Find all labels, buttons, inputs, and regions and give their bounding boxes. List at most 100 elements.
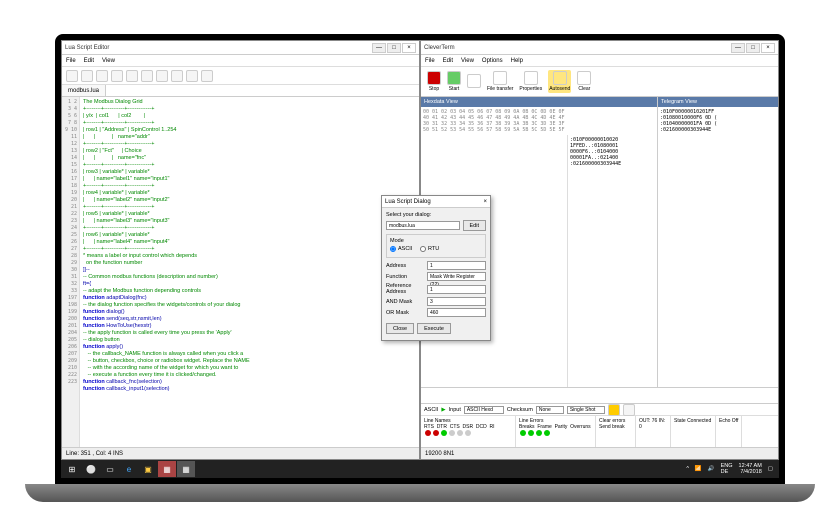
- tele-data-b[interactable]: :010F00000010201FF :01080010000F6 0D ( :…: [658, 107, 778, 135]
- menu-options[interactable]: Options: [482, 58, 503, 64]
- stop-button[interactable]: Stop: [427, 71, 441, 92]
- menu-view[interactable]: View: [102, 58, 115, 64]
- undo-icon[interactable]: [111, 70, 123, 82]
- tray-chevron-icon[interactable]: ^: [686, 466, 689, 472]
- menu-help[interactable]: Help: [511, 58, 523, 64]
- lang-indicator[interactable]: ENG DE: [721, 463, 733, 475]
- checksum-select[interactable]: None: [536, 406, 564, 414]
- find-icon[interactable]: [186, 70, 198, 82]
- close-button[interactable]: ×: [402, 43, 416, 53]
- properties-button[interactable]: Properties: [519, 71, 542, 92]
- status-table: Line Names RTS DTR CTS DSR DCD RI Line E…: [421, 416, 778, 447]
- or-mask-input[interactable]: 460: [427, 308, 486, 317]
- menu-file[interactable]: File: [66, 58, 76, 64]
- dialog-close-icon[interactable]: ×: [483, 196, 487, 207]
- lua-script-dialog: Lua Script Dialog × Select your dialog: …: [381, 195, 491, 341]
- network-icon[interactable]: 📶: [695, 466, 702, 472]
- hex-data[interactable]: 00 01 02 03 04 05 06 07 08 09 0A 0B 0C 0…: [421, 107, 657, 135]
- redo-icon[interactable]: [126, 70, 138, 82]
- clock[interactable]: 12:47 AM 7/4/2018: [739, 463, 762, 475]
- io-counts: OUT: 76 IN: 0: [636, 416, 671, 447]
- lua-editor-window: Lua Script Editor — □ × File Edit View mod…: [61, 40, 420, 460]
- line-gutter: 1 2 3 4 5 6 7 8 9 10 11 12 13 14 15 16 1…: [62, 97, 80, 447]
- desktop: Lua Script Editor — □ × File Edit View mod…: [61, 40, 779, 478]
- start-button[interactable]: Start: [447, 71, 461, 92]
- reference-address-label: Reference Address: [386, 283, 424, 295]
- tele-header: Telegram View: [658, 97, 778, 107]
- term-statusbar: 19200 8N1: [421, 447, 778, 459]
- refresh-icon[interactable]: [201, 70, 213, 82]
- file-tab[interactable]: modbus.lua: [62, 85, 106, 96]
- select-dialog-label: Select your dialog:: [386, 212, 486, 218]
- menu-edit[interactable]: Edit: [443, 58, 453, 64]
- save-icon[interactable]: [96, 70, 108, 82]
- open-icon[interactable]: [81, 70, 93, 82]
- code-area[interactable]: The Modbus Dialog Grid+--------+--------…: [80, 97, 419, 447]
- and-mask-input[interactable]: 3: [427, 297, 486, 306]
- notifications-icon[interactable]: ▢: [768, 466, 773, 472]
- file-transfer-button[interactable]: File transfer: [487, 71, 513, 92]
- windows-taskbar: ⊞ ⚪ ▭ e ▣ ▦ ▦ ^ 📶 🔊 ENG DE 12:47 AM 7/4/…: [61, 460, 779, 478]
- shot-select[interactable]: Single Shot: [567, 406, 605, 414]
- new-icon[interactable]: [66, 70, 78, 82]
- cut-icon[interactable]: [141, 70, 153, 82]
- reference-address-input[interactable]: 1: [427, 285, 486, 294]
- app-icon-1[interactable]: ▦: [158, 461, 176, 477]
- checksum-label: Checksum: [507, 407, 533, 413]
- editor-statusbar: Line: 351 , Col: 4 INS: [62, 447, 419, 459]
- editor-title: Lua Script Editor: [65, 45, 109, 51]
- term-titlebar: CleverTerm — □ ×: [421, 41, 778, 55]
- minimize-button[interactable]: —: [372, 43, 386, 53]
- explorer-icon[interactable]: ▣: [139, 461, 157, 477]
- clear-col: Clear errors Send break: [596, 416, 636, 447]
- menu-file[interactable]: File: [425, 58, 435, 64]
- rtu-radio[interactable]: RTU: [420, 246, 439, 252]
- ascii-radio[interactable]: ASCII: [390, 246, 412, 252]
- state-col: State Connected: [671, 416, 716, 447]
- editor-menubar: File Edit View: [62, 55, 419, 67]
- close-button[interactable]: Close: [386, 323, 414, 334]
- minimize-button[interactable]: —: [731, 43, 745, 53]
- term-toolbar: Stop Start File transfer Properties Autosend…: [421, 67, 778, 97]
- close-button[interactable]: ×: [761, 43, 775, 53]
- flash-icon[interactable]: [608, 404, 620, 416]
- term-menubar: File Edit View Options Help: [421, 55, 778, 67]
- or-mask-label: OR Mask: [386, 310, 424, 316]
- tool-button[interactable]: [467, 74, 481, 89]
- execute-button[interactable]: Execute: [417, 323, 451, 334]
- tool-icon[interactable]: [623, 404, 635, 416]
- laptop-base: [25, 484, 815, 502]
- maximize-button[interactable]: □: [387, 43, 401, 53]
- laptop-frame: Lua Script Editor — □ × File Edit View mod…: [55, 34, 785, 484]
- and-mask-label: AND Mask: [386, 299, 424, 305]
- hex-select[interactable]: ASCII Hexd: [464, 406, 504, 414]
- search-icon[interactable]: ⚪: [82, 461, 100, 477]
- menu-edit[interactable]: Edit: [84, 58, 94, 64]
- tele-data-a: :010F00000010020 1FFED..:01080001 0000F6…: [567, 135, 657, 387]
- autosend-button[interactable]: Autosend: [548, 70, 571, 93]
- edit-button[interactable]: Edit: [463, 220, 486, 231]
- volume-icon[interactable]: 🔊: [708, 466, 715, 472]
- line-errors: Line Errors Breaks Frame Parity Overruns: [516, 416, 596, 447]
- dialog-file-select[interactable]: modbus.lua: [386, 221, 460, 230]
- function-input[interactable]: Mask Write Register (22): [427, 272, 486, 281]
- hex-header: Hexdata View: [421, 97, 657, 107]
- address-input[interactable]: 1: [427, 261, 486, 270]
- line-names: Line Names RTS DTR CTS DSR DCD RI: [421, 416, 516, 447]
- bottom-panel: ASCII ▶ Input ASCII Hexd Checksum None S…: [421, 387, 778, 447]
- maximize-button[interactable]: □: [746, 43, 760, 53]
- editor-titlebar: Lua Script Editor — □ ×: [62, 41, 419, 55]
- editor-toolbar: [62, 67, 419, 85]
- mode-fieldset: Mode ASCII RTU: [386, 234, 486, 258]
- code-editor[interactable]: 1 2 3 4 5 6 7 8 9 10 11 12 13 14 15 16 1…: [62, 97, 419, 447]
- app-icon-2[interactable]: ▦: [177, 461, 195, 477]
- echo-col: Echo Off: [716, 416, 742, 447]
- taskview-icon[interactable]: ▭: [101, 461, 119, 477]
- copy-icon[interactable]: [156, 70, 168, 82]
- start-icon[interactable]: ⊞: [63, 461, 81, 477]
- menu-view[interactable]: View: [461, 58, 474, 64]
- clear-button[interactable]: Clear: [577, 71, 591, 92]
- paste-icon[interactable]: [171, 70, 183, 82]
- edge-icon[interactable]: e: [120, 461, 138, 477]
- dialog-title: Lua Script Dialog ×: [382, 196, 490, 208]
